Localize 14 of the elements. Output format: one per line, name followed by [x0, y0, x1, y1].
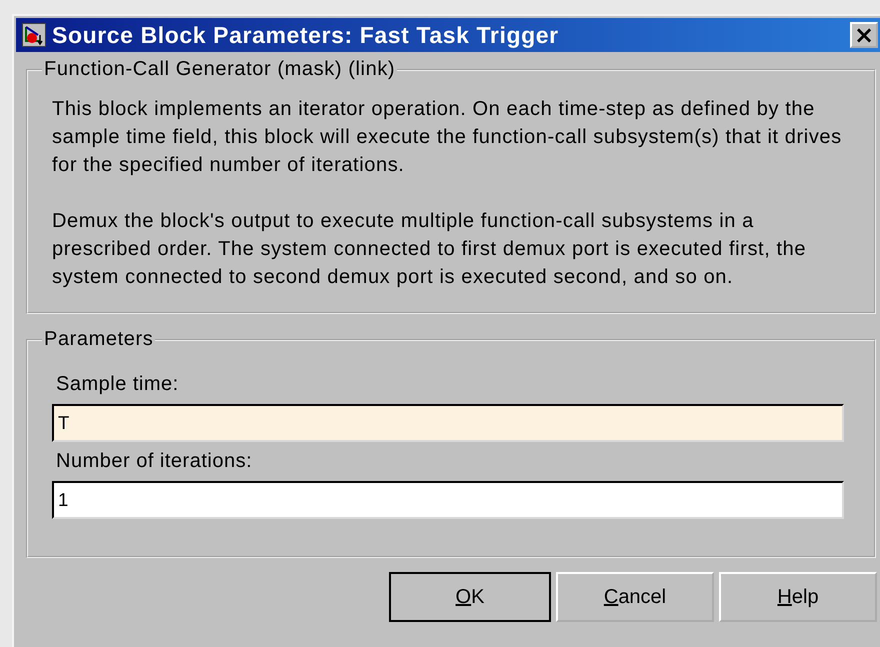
description-text: This block implements an iterator operation. On each time-step as defined by the sample time field, this block will execute the function-call subsystem(s) that it drives for the specified number of iterations.	[52, 97, 843, 178]
close-button[interactable]: ×	[850, 22, 878, 48]
input-field[interactable]: T	[52, 404, 844, 442]
dialog-button[interactable]: Help	[719, 572, 877, 622]
group-legend: Function-Call Generator (mask) (link)	[42, 58, 398, 81]
block-diagram-icon	[22, 23, 46, 47]
input-field[interactable]: 1	[52, 481, 844, 519]
window-title: Source Block Parameters: Fast Task Trigger	[52, 22, 560, 48]
field-label: Number of iterations:	[56, 450, 254, 473]
description-text: Demux the block's output to execute multiple function-call subsystems in a prescribed order. The system connected to first demux port is executed first, the system connected to second demux port is executed second, and so on.	[52, 209, 808, 290]
dialog-button[interactable]: OK	[389, 572, 551, 622]
field-label: Sample time:	[56, 373, 180, 396]
dialog-button[interactable]: Cancel	[556, 572, 714, 622]
group-legend: Parameters	[42, 328, 156, 351]
